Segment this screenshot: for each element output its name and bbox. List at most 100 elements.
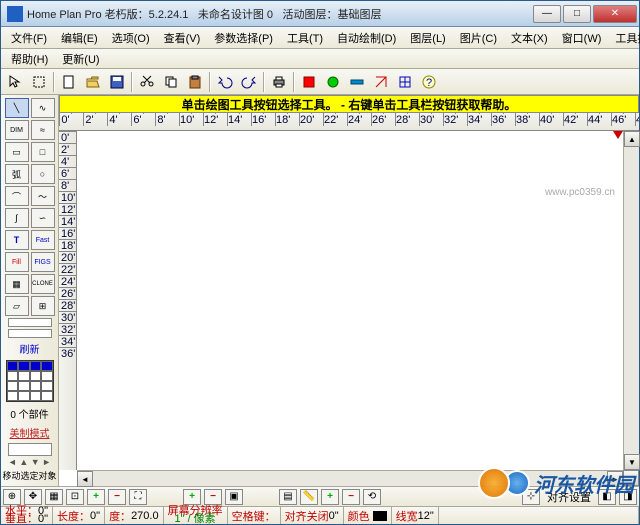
titlebar: Home Plan Pro 老朽版：5.2.24.1 未命名设计图 0 活动图层… [1,1,639,27]
scroll-right-icon[interactable]: ► [607,471,623,487]
us-mode-link[interactable]: 美制模式 [10,425,50,440]
measure-icon[interactable]: 📏 [300,489,318,505]
paste-icon[interactable] [184,71,206,93]
tool-c-icon[interactable] [346,71,368,93]
layer-icon[interactable]: ▤ [279,489,297,505]
tool-b-icon[interactable] [322,71,344,93]
polyline-tool[interactable]: ∿ [31,98,55,118]
menu-guide[interactable]: 工具指南 [609,28,640,48]
refresh-button[interactable]: 刷新 [20,341,40,356]
menu-text[interactable]: 文本(X) [505,28,554,48]
zoom-out-icon[interactable]: − [108,489,126,505]
maximize-button[interactable]: □ [563,5,591,23]
wave-tool[interactable]: ≈ [31,120,55,140]
tool-d-icon[interactable] [370,71,392,93]
minus2-icon[interactable]: − [204,489,222,505]
misc-tool[interactable]: ⊞ [31,296,55,316]
pointer-tool-icon[interactable] [4,71,26,93]
preview-box [8,443,52,456]
undo-icon[interactable] [214,71,236,93]
parallel-tool[interactable]: ▱ [5,296,29,316]
hatch-tool[interactable]: ▦ [5,274,29,294]
hint-bar: 单击绘图工具按钮选择工具。 - 右键单击工具栏按钮获取帮助。 [59,95,639,113]
tool-e-icon[interactable] [394,71,416,93]
curve1-tool[interactable]: ⌒ [5,186,29,206]
menu-autodraw[interactable]: 自动绘制(D) [331,28,402,48]
plus3-icon[interactable]: + [321,489,339,505]
svg-text:?: ? [426,77,432,89]
circle-tool[interactable]: ○ [31,164,55,184]
menu-window[interactable]: 窗口(W) [556,28,608,48]
nudge-arrows[interactable]: ◄ ▲ ▼ ► [8,457,51,467]
square-tool[interactable]: □ [31,142,55,162]
copy-icon[interactable] [160,71,182,93]
zoom-tool-icon[interactable]: ⊕ [3,489,21,505]
pan-tool-icon[interactable]: ✥ [24,489,42,505]
snap-icon[interactable]: ⊡ [66,489,84,505]
menu-edit[interactable]: 编辑(E) [55,28,104,48]
spline-tool[interactable]: ∫ [5,208,29,228]
select-tool-icon[interactable] [28,71,50,93]
menu-layers[interactable]: 图层(L) [404,28,451,48]
menu-file[interactable]: 文件(F) [5,28,53,48]
vertical-scrollbar[interactable]: ▲ ▼ [623,131,639,470]
horizontal-scrollbar[interactable]: ◄ ► [77,470,623,486]
cut-icon[interactable] [136,71,158,93]
rect-tool[interactable]: ▭ [5,142,29,162]
print-icon[interactable] [268,71,290,93]
canvas-area: 单击绘图工具按钮选择工具。 - 右键单击工具栏按钮获取帮助。 0'2'4'6'8… [59,95,639,486]
minimize-button[interactable]: — [533,5,561,23]
text-tool[interactable]: T [5,230,29,250]
curve2-tool[interactable]: 〜 [31,186,55,206]
figs-tool[interactable]: FIGS [31,252,55,272]
menu-view[interactable]: 查看(V) [158,28,207,48]
arc-tool[interactable]: 弧 [5,164,29,184]
fill-tool[interactable]: Fill [5,252,29,272]
scroll-left-icon[interactable]: ◄ [77,471,93,487]
fit-icon[interactable]: ⛶ [129,489,147,505]
new-icon[interactable] [58,71,80,93]
drawing-canvas[interactable]: www.pc0359.cn [77,131,623,470]
menu-tools[interactable]: 工具(T) [281,28,329,48]
extent-icon[interactable]: ▣ [225,489,243,505]
grid-icon[interactable]: ▦ [45,489,63,505]
opt1-icon[interactable]: ◧ [598,489,616,505]
menu-pictures[interactable]: 图片(C) [454,28,503,48]
main-toolbar: ? [1,69,639,95]
redo-icon[interactable] [238,71,260,93]
wave2-tool[interactable]: ∽ [31,208,55,228]
reset-icon[interactable]: ⟲ [363,489,381,505]
app-icon [7,6,23,22]
vertical-ruler[interactable]: 0'2'4'6'8'10'12'14'16'18'20'22'24'26'28'… [59,131,77,470]
plus2-icon[interactable]: + [183,489,201,505]
title-text: Home Plan Pro 老朽版：5.2.24.1 未命名设计图 0 活动图层… [27,6,533,22]
help-icon[interactable]: ? [418,71,440,93]
scroll-down-icon[interactable]: ▼ [624,454,640,470]
line-tool[interactable]: ╲ [5,98,29,118]
open-icon[interactable] [82,71,104,93]
statusbar: 水平：0" 垂直：0" 长度：0" 度：270.0 屏幕分辨率 1" / 像素 … [1,506,639,524]
ruler-marker-icon [613,131,623,139]
linetype-2[interactable] [8,329,52,338]
opt2-icon[interactable]: ◨ [619,489,637,505]
clone-tool[interactable]: CLONE [31,274,55,294]
dim-tool[interactable]: DIM [5,120,29,140]
menubar-2: 帮助(H) 更新(U) [1,49,639,69]
scroll-up-icon[interactable]: ▲ [624,131,640,147]
close-button[interactable]: ✕ [593,5,637,23]
minus3-icon[interactable]: − [342,489,360,505]
fast-text-tool[interactable]: Fast [31,230,55,250]
menu-options[interactable]: 选项(O) [106,28,156,48]
menu-update[interactable]: 更新(U) [56,49,105,69]
zoom-in-icon[interactable]: + [87,489,105,505]
save-icon[interactable] [106,71,128,93]
tool-a-icon[interactable] [298,71,320,93]
menu-params[interactable]: 参数选择(P) [208,28,279,48]
align-icon[interactable]: ⊹ [522,489,540,505]
color-grid[interactable] [6,360,54,402]
color-swatch[interactable] [373,511,387,521]
horizontal-ruler[interactable]: 0'2'4'6'8'10'12'14'16'18'20'22'24'26'28'… [59,113,639,131]
align-label[interactable]: 对齐设置 [543,489,595,505]
linetype-1[interactable] [8,318,52,327]
menu-help[interactable]: 帮助(H) [5,49,54,69]
